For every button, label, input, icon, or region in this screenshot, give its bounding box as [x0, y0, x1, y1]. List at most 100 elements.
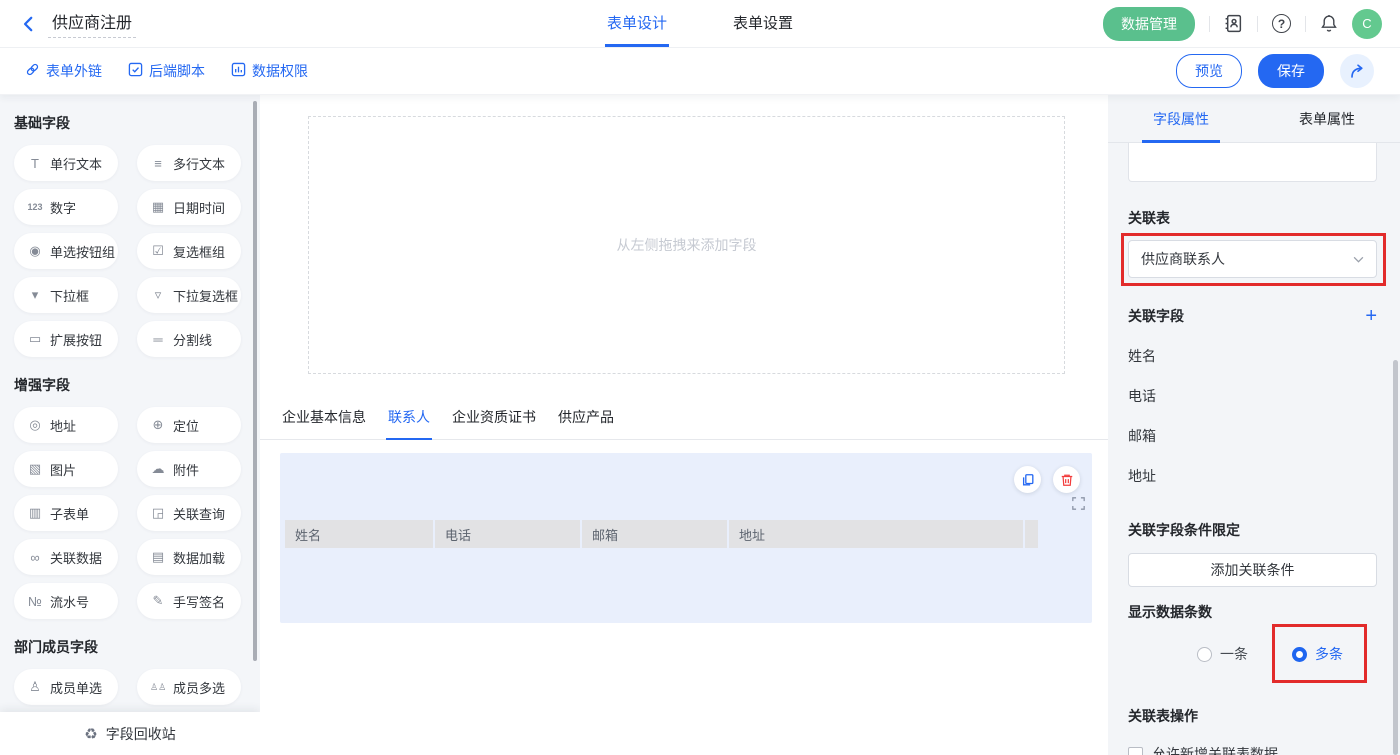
- related-field-item: 地址: [1128, 466, 1377, 486]
- palette-item-label: 关联查询: [173, 504, 225, 523]
- user-avatar[interactable]: C: [1352, 9, 1382, 39]
- trash-icon: [1060, 473, 1074, 487]
- plus-icon[interactable]: +: [1365, 308, 1377, 324]
- palette-item-address[interactable]: ◎地址: [14, 407, 118, 443]
- related-table-select[interactable]: 供应商联系人: [1128, 240, 1377, 278]
- divider: [1305, 16, 1306, 32]
- tab-form-properties[interactable]: 表单属性: [1254, 95, 1400, 142]
- palette-item-signature[interactable]: ✎手写签名: [137, 583, 241, 619]
- radio-single[interactable]: 一条: [1197, 644, 1248, 664]
- palette-item-datetime[interactable]: ▦日期时间: [137, 189, 241, 225]
- expand-button-icon: ▭: [27, 331, 43, 347]
- sidebar-scrollbar[interactable]: [253, 101, 257, 661]
- form-external-link[interactable]: 表单外链: [25, 61, 102, 81]
- tab-form-settings[interactable]: 表单设置: [731, 0, 795, 47]
- data-permission-icon: [231, 62, 246, 80]
- related-table-label: 关联表: [1128, 208, 1377, 228]
- address-icon: ◎: [27, 417, 43, 433]
- radio-single-dot: [1197, 647, 1212, 662]
- backend-script[interactable]: 后端脚本: [128, 61, 205, 81]
- tab-contacts[interactable]: 联系人: [386, 398, 432, 440]
- script-icon: [128, 62, 143, 80]
- properties-body: 关联表 供应商联系人 关联字段 + 姓名电话邮箱地址 关联字段条件限定 添加关联…: [1108, 143, 1400, 755]
- chevron-down-icon: [1353, 256, 1364, 263]
- field-recycle-bin[interactable]: ♻ 字段回收站: [0, 712, 260, 755]
- palette-item-data-load[interactable]: ▤ 数据加载: [137, 539, 241, 575]
- palette-item-radio-group[interactable]: ◉单选按钮组: [14, 233, 118, 269]
- share-button[interactable]: [1340, 54, 1374, 88]
- palette-item-number[interactable]: 123数字: [14, 189, 118, 225]
- allow-add-related-checkbox[interactable]: 允许新增关联表数据: [1128, 744, 1377, 755]
- delete-field-button[interactable]: [1053, 466, 1080, 493]
- palette-item-label: 数据加载: [173, 548, 225, 567]
- tab-company-qualification[interactable]: 企业资质证书: [450, 398, 538, 440]
- palette-item-single-line-text[interactable]: T单行文本: [14, 145, 118, 181]
- table-header-cell: 邮箱: [582, 520, 727, 548]
- palette-item-serial-number[interactable]: №流水号: [14, 583, 118, 619]
- related-table-value: 供应商联系人: [1141, 249, 1225, 269]
- palette-item-multi-line-text[interactable]: ≡ 多行文本: [137, 145, 241, 181]
- data-permission[interactable]: 数据权限: [231, 61, 308, 81]
- palette-section-title: 基础字段: [14, 113, 260, 133]
- add-condition-button[interactable]: 添加关联条件: [1128, 553, 1377, 587]
- palette-item-related-data[interactable]: ∞关联数据: [14, 539, 118, 575]
- palette-item-related-query[interactable]: ◲关联查询: [137, 495, 241, 531]
- header-right: 数据管理 ? C: [1103, 7, 1382, 41]
- header-left: 供应商注册: [20, 9, 136, 38]
- tab-form-design[interactable]: 表单设计: [605, 0, 669, 47]
- address-book-icon[interactable]: [1224, 14, 1243, 33]
- palette-section-title: 部门成员字段: [14, 637, 260, 657]
- form-section-tabs: 企业基本信息联系人企业资质证书供应产品: [260, 398, 1108, 440]
- properties-panel: 字段属性表单属性 关联表 供应商联系人 关联字段 + 姓名电话邮箱地址 关联字段…: [1108, 95, 1400, 755]
- palette-item-location[interactable]: ⊕定位: [137, 407, 241, 443]
- back-button[interactable]: [20, 15, 38, 33]
- radio-multiple[interactable]: 多条: [1292, 644, 1343, 664]
- bell-icon[interactable]: [1320, 14, 1338, 33]
- data-manage-button[interactable]: 数据管理: [1103, 7, 1195, 41]
- palette-item-label: 多行文本: [173, 154, 225, 173]
- recycle-bin-label: 字段回收站: [106, 724, 176, 744]
- table-header-cell: 电话: [435, 520, 580, 548]
- expand-handle[interactable]: [1072, 497, 1085, 510]
- palette-item-label: 手写签名: [173, 592, 225, 611]
- form-title[interactable]: 供应商注册: [48, 9, 136, 38]
- table-header-stub: [1025, 520, 1038, 548]
- related-data-field-card[interactable]: 姓名电话邮箱地址: [280, 453, 1092, 623]
- copy-icon: [1021, 473, 1035, 487]
- main-area: 基础字段 T单行文本 ≡ 多行文本 123数字 ▦日期时间 ◉单选按钮组 ☑复选框组 ▾下拉框 ▿…: [0, 95, 1400, 755]
- palette-item-multi-dropdown[interactable]: ▿下拉复选框: [137, 277, 241, 313]
- palette-item-label: 下拉复选框: [173, 286, 238, 305]
- palette-item-image[interactable]: ▧图片: [14, 451, 118, 487]
- tab-supplied-products[interactable]: 供应产品: [556, 398, 616, 440]
- palette-item-member-multi[interactable]: ♙♙成员多选: [137, 669, 241, 705]
- checkbox-icon: [1128, 747, 1143, 755]
- palette-item-dropdown[interactable]: ▾下拉框: [14, 277, 118, 313]
- radio-multiple-dot: [1292, 647, 1307, 662]
- palette-item-checkbox-group[interactable]: ☑复选框组: [137, 233, 241, 269]
- subform-icon: ▥: [27, 505, 43, 521]
- field-palette: 基础字段 T单行文本 ≡ 多行文本 123数字 ▦日期时间 ◉单选按钮组 ☑复选框组 ▾下拉框 ▿…: [0, 95, 260, 755]
- help-icon[interactable]: ?: [1272, 14, 1291, 33]
- palette-item-member-single[interactable]: ♙成员单选: [14, 669, 118, 705]
- palette-item-divider[interactable]: ═分割线: [137, 321, 241, 357]
- share-arrow-icon: [1349, 64, 1365, 79]
- display-count-label: 显示数据条数: [1128, 602, 1377, 622]
- tab-field-properties[interactable]: 字段属性: [1108, 95, 1254, 142]
- copy-field-button[interactable]: [1014, 466, 1041, 493]
- palette-item-attachment[interactable]: ☁附件: [137, 451, 241, 487]
- save-button[interactable]: 保存: [1258, 54, 1324, 88]
- form-dropzone[interactable]: 从左侧拖拽来添加字段: [308, 116, 1065, 374]
- radio-multiple-wrap: 多条: [1292, 644, 1343, 664]
- palette-item-subform[interactable]: ▥子表单: [14, 495, 118, 531]
- text-icon: T: [27, 156, 43, 171]
- truncated-input-box[interactable]: [1128, 143, 1377, 182]
- multiline-icon: ≡: [150, 156, 166, 171]
- data-load-icon: ▤: [150, 549, 166, 565]
- properties-scrollbar[interactable]: [1393, 360, 1398, 755]
- tab-company-basic-info[interactable]: 企业基本信息: [280, 398, 368, 440]
- palette-item-expand-button[interactable]: ▭扩展按钮: [14, 321, 118, 357]
- palette-item-label: 关联数据: [50, 548, 102, 567]
- palette-sections: 基础字段 T单行文本 ≡ 多行文本 123数字 ▦日期时间 ◉单选按钮组 ☑复选框组 ▾下拉框 ▿…: [14, 113, 260, 749]
- serial-icon: №: [27, 594, 43, 609]
- preview-button[interactable]: 预览: [1176, 54, 1242, 88]
